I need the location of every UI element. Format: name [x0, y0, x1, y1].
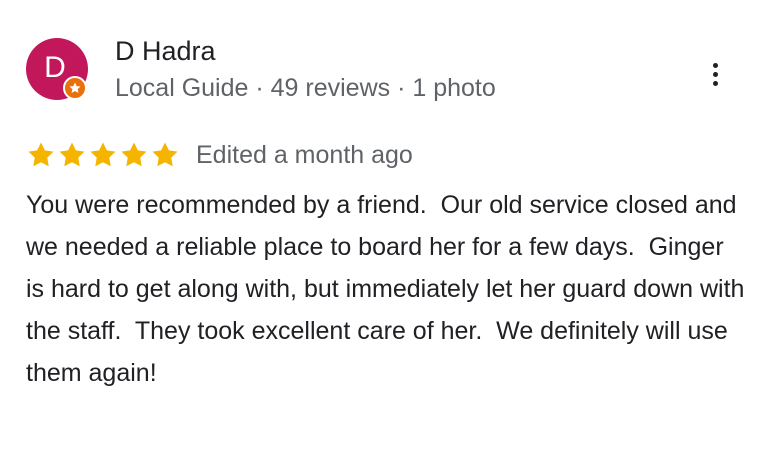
star-icon [69, 82, 81, 93]
more-vertical-icon-dot [712, 80, 718, 86]
review-text: You were recommended by a friend. Our ol… [26, 191, 752, 387]
reviewer-meta: Local Guide · 49 reviews · 1 photo [115, 74, 496, 102]
star-icon [121, 142, 147, 167]
more-vertical-icon-dot [712, 71, 718, 77]
star-icon [59, 142, 85, 167]
local-guide-badge-icon [63, 76, 87, 100]
reviewer-name[interactable]: D Hadra [115, 34, 216, 68]
more-vertical-icon-dot [712, 62, 718, 68]
star-icon [28, 142, 54, 167]
rating-row: Edited a month ago [26, 138, 413, 172]
review-card: D D Hadra Local Guide · 49 reviews · 1 p… [0, 0, 766, 469]
star-rating [26, 140, 180, 170]
edited-label: Edited a month ago [196, 141, 413, 169]
star-icon [152, 142, 178, 167]
more-options-button[interactable] [700, 56, 730, 92]
star-icon [90, 142, 116, 167]
avatar-initial: D [44, 51, 66, 84]
